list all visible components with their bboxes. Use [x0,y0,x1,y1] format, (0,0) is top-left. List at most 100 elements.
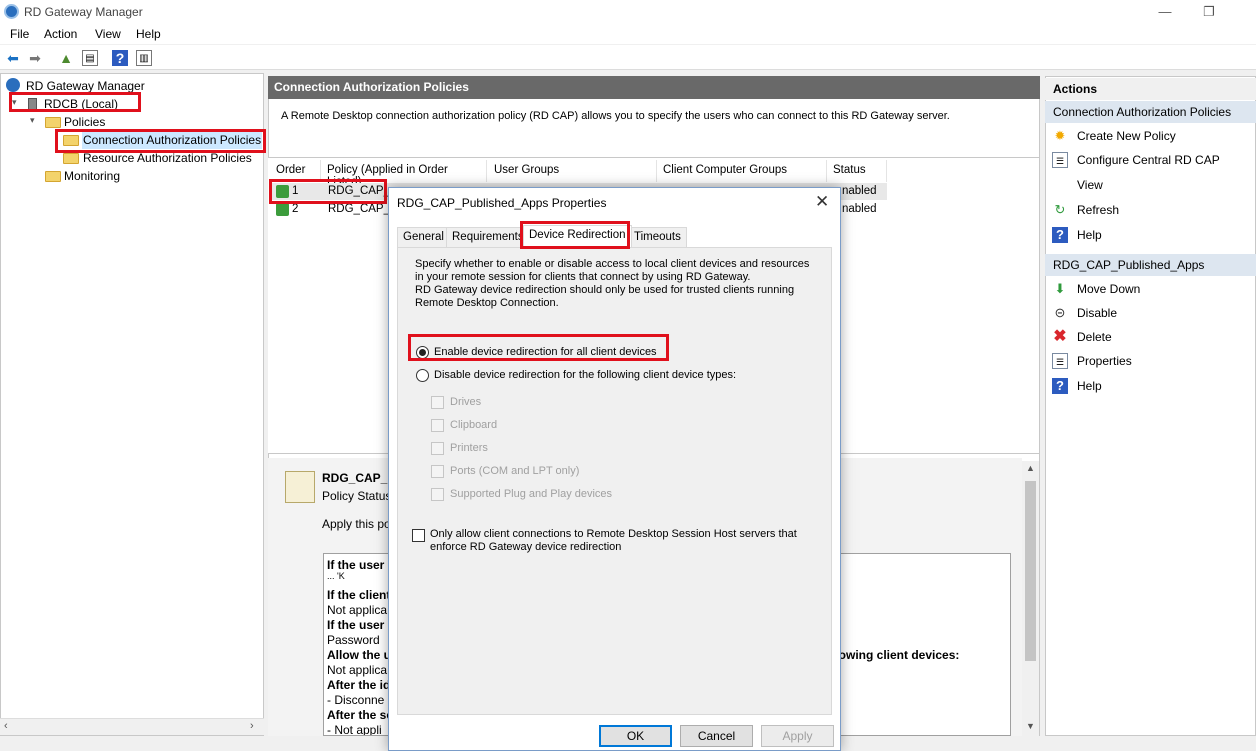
details-vertical-scrollbar[interactable]: ▲ ▼ [1022,461,1039,736]
scroll-right-icon[interactable]: › [250,720,254,732]
checkbox-printers[interactable] [431,442,444,455]
scroll-left-icon[interactable]: ‹ [4,720,8,732]
action-view[interactable]: View [1077,178,1103,192]
maximize-button[interactable]: ❐ [1189,2,1229,22]
details-line: Password [327,633,380,647]
folder-icon [63,153,79,164]
details-line: ... 'K [327,571,345,581]
device-redirection-panel [397,247,832,715]
details-line: Not applica [327,663,388,677]
column-header-user-groups[interactable]: User Groups [488,160,657,182]
column-header-status[interactable]: Status [827,160,887,182]
menu-help[interactable]: Help [136,27,161,41]
action-configure-central-rd-cap[interactable]: Configure Central RD CAP [1077,153,1220,167]
tab-general[interactable]: General [397,227,450,247]
console-tree [0,73,264,736]
menu-bar: File Action View Help [0,24,1256,44]
action-delete[interactable]: Delete [1077,330,1112,344]
column-header-client-computer-groups[interactable]: Client Computer Groups [657,160,827,182]
up-folder-icon[interactable]: ▲ [58,50,74,66]
actions-section-cap[interactable]: Connection Authorization Policies [1045,101,1256,123]
checkbox-drives[interactable] [431,396,444,409]
highlight-box-enable [408,334,669,361]
show-hide-action-pane-icon[interactable]: ▥ [136,50,152,66]
action-refresh[interactable]: Refresh [1077,203,1119,217]
action-disable[interactable]: Disable [1077,306,1117,320]
tree-root-rd-gateway-manager[interactable]: RD Gateway Manager [26,79,145,93]
table-row-2-status: nabled [842,203,877,215]
tree-resource-authorization-policies[interactable]: Resource Authorization Policies [83,151,252,165]
details-line: Not applica [327,603,388,617]
details-line: Allow the u [327,648,391,662]
new-policy-star-icon: ✹ [1054,128,1066,143]
dialog-title: RDG_CAP_Published_Apps Properties [397,196,607,210]
folder-icon [45,117,61,128]
menu-file[interactable]: File [10,27,29,41]
configure-icon: ☰ [1052,152,1068,168]
checkbox-only-allow-label[interactable]: Only allow client connections to Remote … [430,528,815,554]
table-row-2-order[interactable]: 2 [292,203,298,215]
actions-pane [1045,76,1256,736]
collapse-arrow-icon[interactable]: ▾ [30,115,35,126]
scrollbar-thumb[interactable] [1025,481,1036,661]
table-row-1-status: nabled [842,185,877,197]
show-hide-console-tree-icon[interactable]: ▤ [82,50,98,66]
cancel-button[interactable]: Cancel [680,725,753,747]
checkbox-only-allow[interactable] [412,529,425,542]
center-pane-header: Connection Authorization Policies [268,76,1040,99]
menu-action[interactable]: Action [44,27,77,41]
refresh-icon: ↻ [1054,202,1066,217]
highlight-box-cap [55,129,266,153]
title-bar: RD Gateway Manager — ❐ [0,0,1256,24]
details-apply-text: Apply this poi [322,517,394,531]
action-help-policy[interactable]: Help [1077,379,1102,393]
window-title: RD Gateway Manager [24,5,143,19]
dialog-close-icon[interactable]: ✕ [815,192,829,212]
radio-disable-redirection[interactable] [416,369,429,382]
ok-button[interactable]: OK [599,725,672,747]
move-down-arrow-icon: ⬇ [1054,281,1066,296]
delete-x-icon: ✖ [1053,328,1067,345]
help-icon: ? [1052,227,1068,243]
action-create-new-policy[interactable]: Create New Policy [1077,129,1176,143]
scroll-down-icon[interactable]: ▼ [1026,721,1035,731]
details-line: If the user [327,618,385,632]
folder-icon [45,171,61,182]
minimize-button[interactable]: — [1145,2,1185,22]
help-icon: ? [1052,378,1068,394]
forward-arrow-icon[interactable]: ➡ [27,50,43,66]
disable-icon: ⊝ [1054,305,1066,320]
center-description: A Remote Desktop connection authorizatio… [281,110,950,122]
properties-icon: ☰ [1052,353,1068,369]
apply-button[interactable]: Apply [761,725,834,747]
highlight-box-server [9,92,141,112]
actions-section-policy[interactable]: RDG_CAP_Published_Apps [1045,254,1256,276]
highlight-box-policy-row [269,179,387,204]
intro-warning-text: RD Gateway device redirection should onl… [415,284,795,309]
details-line: After the se [327,708,394,722]
checkbox-drives-label: Drives [450,396,482,408]
radio-disable-label[interactable]: Disable device redirection for the follo… [434,369,736,382]
menu-view[interactable]: View [95,27,121,41]
help-icon[interactable]: ? [112,50,128,66]
details-right-text: llowing client devices: [832,648,960,662]
checkbox-ports[interactable] [431,465,444,478]
highlight-box-tab [520,221,630,249]
action-move-down[interactable]: Move Down [1077,282,1140,296]
tab-timeouts[interactable]: Timeouts [628,227,687,247]
rd-gateway-node-icon [6,78,20,92]
checkbox-pnp-devices[interactable] [431,488,444,501]
tree-monitoring[interactable]: Monitoring [64,169,120,183]
back-arrow-icon[interactable]: ⬅ [5,50,21,66]
scroll-up-icon[interactable]: ▲ [1026,463,1035,473]
tree-policies[interactable]: Policies [64,115,105,129]
tree-horizontal-scrollbar[interactable]: ‹ › [0,718,264,735]
actions-header: Actions [1045,78,1256,100]
checkbox-clipboard[interactable] [431,419,444,432]
tab-requirements[interactable]: Requirements [446,227,530,247]
action-help[interactable]: Help [1077,228,1102,242]
checkbox-ports-label: Ports (COM and LPT only) [450,465,580,477]
details-line: - Disconne [327,693,385,707]
checkbox-pnp-label: Supported Plug and Play devices [450,488,613,500]
action-properties[interactable]: Properties [1077,354,1132,368]
